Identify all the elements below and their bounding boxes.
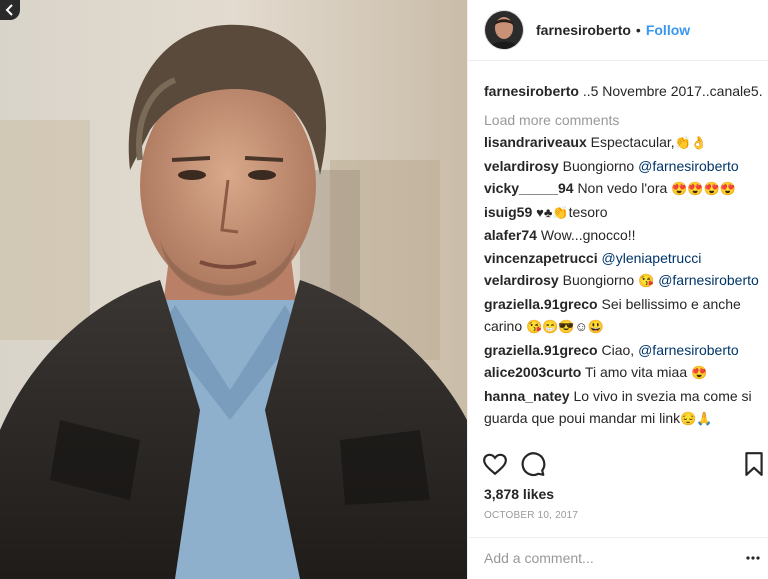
comment-item: isuig59 ♥♣👏tesoro bbox=[484, 201, 764, 225]
avatar[interactable] bbox=[484, 10, 524, 50]
comment-item: vincenzapetrucci @yleniapetrucci bbox=[484, 247, 764, 270]
comment-button[interactable] bbox=[520, 451, 546, 482]
header-username[interactable]: farnesiroberto bbox=[536, 22, 631, 38]
more-options-button[interactable] bbox=[745, 550, 761, 571]
comment-emoji: 😘 bbox=[638, 273, 655, 288]
portrait-image bbox=[0, 0, 467, 579]
caption: farnesiroberto ..5 Novembre 2017..canale… bbox=[484, 80, 764, 103]
comment-text: Espectacular, bbox=[590, 134, 675, 150]
save-button[interactable] bbox=[743, 451, 765, 482]
chevron-left-icon bbox=[5, 4, 13, 16]
comment-item: velardirosy Buongiorno @farnesiroberto bbox=[484, 155, 764, 178]
separator-dot: • bbox=[635, 22, 641, 38]
comment-item: lisandrariveaux Espectacular,👏👌 bbox=[484, 131, 764, 155]
back-button[interactable] bbox=[0, 0, 20, 20]
comment-emoji: 😍😍😍😍 bbox=[671, 181, 736, 196]
caption-text: ..5 Novembre 2017..canale5. bbox=[582, 83, 763, 99]
action-bar bbox=[482, 451, 765, 481]
comment-username[interactable]: hanna_natey bbox=[484, 388, 570, 404]
add-comment-input[interactable]: Add a comment... bbox=[484, 550, 594, 566]
comment-emoji: 👏👌 bbox=[674, 135, 708, 150]
comment-text: Ti amo vita miaa bbox=[584, 364, 688, 380]
load-more-label[interactable]: Load more comments bbox=[484, 112, 619, 128]
avatar-image bbox=[485, 11, 523, 49]
comment-username[interactable]: alice2003curto bbox=[484, 364, 581, 380]
comment-text: Wow...gnocco!! bbox=[540, 227, 636, 243]
load-more-comments[interactable]: Load more comments bbox=[484, 109, 764, 132]
post-sidebar: farnesiroberto • Follow farnesiroberto .… bbox=[467, 0, 768, 579]
comment-mention[interactable]: @yleniapetrucci bbox=[602, 250, 702, 266]
comment-username[interactable]: isuig59 bbox=[484, 204, 532, 220]
comment-emoji: ♥♣👏 bbox=[536, 204, 569, 220]
ellipsis-icon bbox=[746, 556, 760, 560]
like-button[interactable] bbox=[482, 451, 508, 482]
post-date: OCTOBER 10, 2017 bbox=[484, 510, 579, 521]
comment-item: graziella.91greco Ciao, @farnesiroberto bbox=[484, 339, 764, 362]
comment-username[interactable]: alafer74 bbox=[484, 227, 537, 243]
comment-mention[interactable]: @farnesiroberto bbox=[638, 342, 739, 358]
comment-mention[interactable]: @farnesiroberto bbox=[658, 272, 759, 288]
comment-item: velardirosy Buongiorno 😘 @farnesiroberto bbox=[484, 269, 764, 293]
comment-text: Buongiorno bbox=[562, 272, 635, 288]
comment-item: alice2003curto Ti amo vita miaa 😍 bbox=[484, 361, 764, 385]
comment-username[interactable]: vicky_____94 bbox=[484, 180, 574, 196]
comment-text: Buongiorno bbox=[562, 157, 635, 174]
comment-text: Non vedo l'ora bbox=[577, 180, 668, 196]
comment-username[interactable]: velardirosy bbox=[484, 158, 559, 174]
comment-username[interactable]: graziella.91greco bbox=[484, 342, 598, 358]
post-header: farnesiroberto • Follow bbox=[468, 0, 768, 61]
bookmark-icon bbox=[745, 452, 763, 476]
comment-emoji: 😘😁😎☺😃 bbox=[526, 319, 605, 334]
comment-text: Ciao, bbox=[601, 341, 635, 358]
comment-item: vicky_____94 Non vedo l'ora 😍😍😍😍 bbox=[484, 177, 764, 201]
follow-button[interactable]: Follow bbox=[646, 22, 690, 38]
comment-emoji: 😍 bbox=[691, 365, 708, 380]
comment-text: tesoro bbox=[568, 203, 608, 220]
comment-item: alafer74 Wow...gnocco!! bbox=[484, 224, 764, 247]
heart-icon bbox=[483, 453, 507, 476]
comment-item: hanna_natey Lo vivo in svezia ma come si… bbox=[484, 385, 764, 431]
caption-username[interactable]: farnesiroberto bbox=[484, 83, 579, 99]
comment-username[interactable]: velardirosy bbox=[484, 272, 559, 288]
comment-icon bbox=[521, 452, 546, 477]
post-photo[interactable] bbox=[0, 0, 467, 579]
comment-emoji: 😔🙏 bbox=[680, 411, 713, 426]
comments-list[interactable]: farnesiroberto ..5 Novembre 2017..canale… bbox=[484, 80, 764, 442]
comment-mention[interactable]: @farnesiroberto bbox=[638, 158, 739, 174]
comment-item: graziella.91greco Sei bellissimo e anche… bbox=[484, 293, 764, 339]
comment-username[interactable]: lisandrariveaux bbox=[484, 134, 587, 150]
add-comment-bar: Add a comment... bbox=[468, 537, 768, 579]
likes-count[interactable]: 3,878 likes bbox=[484, 486, 554, 502]
comment-username[interactable]: vincenzapetrucci bbox=[484, 250, 598, 266]
comment-username[interactable]: graziella.91greco bbox=[484, 296, 598, 312]
